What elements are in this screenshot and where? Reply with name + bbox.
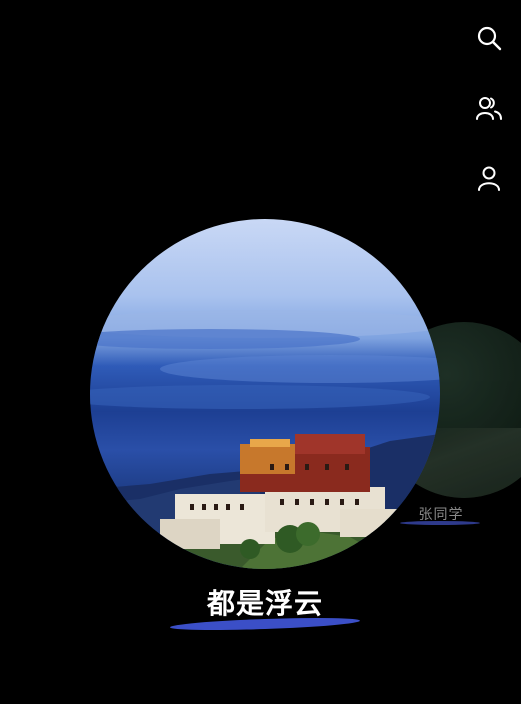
palace-landscape-image [90,310,440,569]
person-icon [478,166,500,191]
main-card-title: 都是浮云 [206,587,323,620]
search-button[interactable] [471,20,507,56]
right-toolbar [469,20,509,196]
group-icon [476,97,502,120]
main-card-image[interactable] [90,219,440,569]
group-button[interactable] [471,90,507,126]
search-icon [477,26,502,51]
profile-button[interactable] [471,160,507,196]
app-screen: 张同学 都是浮云 [0,0,521,704]
